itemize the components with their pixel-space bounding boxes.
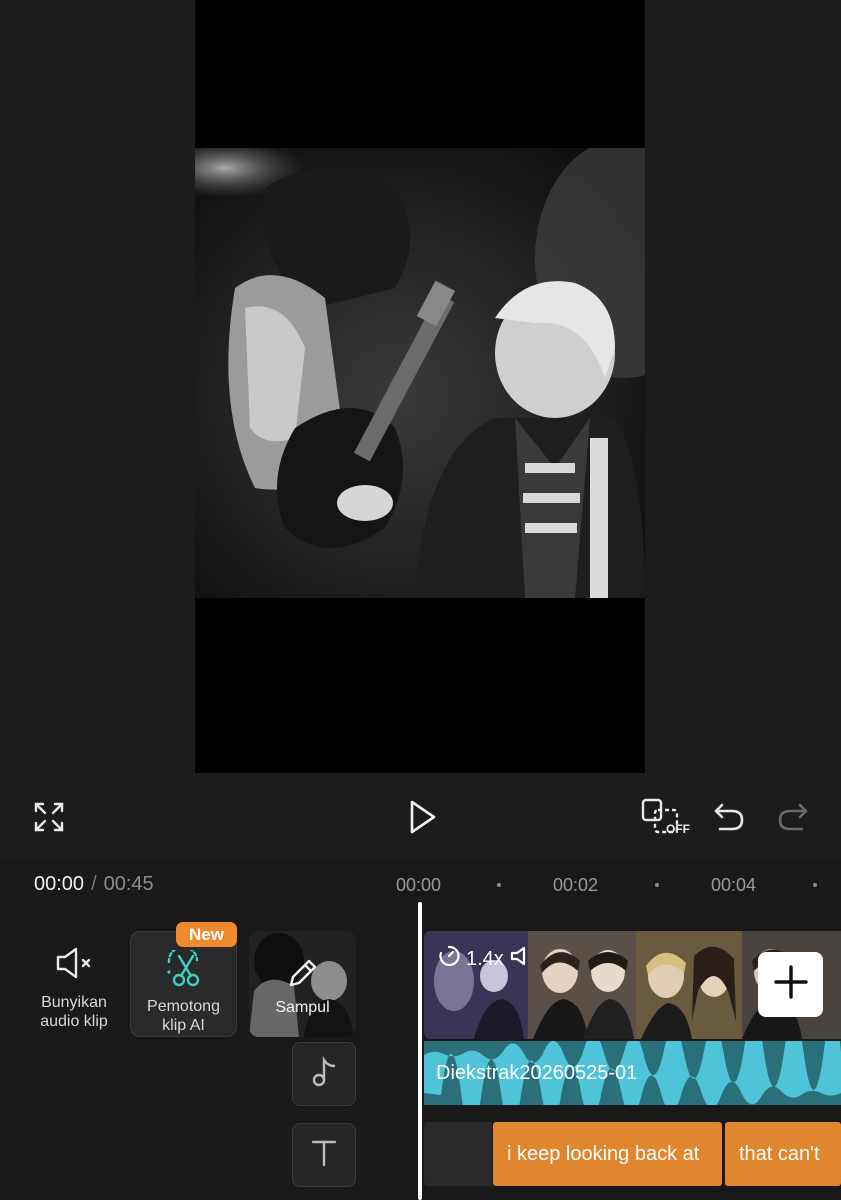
text-track-gap [424, 1122, 492, 1186]
new-badge: New [176, 922, 237, 947]
captions-off-label: OFF [666, 822, 690, 836]
volume-icon [510, 945, 528, 973]
redo-button[interactable] [774, 798, 812, 836]
ruler-tick [813, 883, 817, 887]
video-thumbnail [636, 931, 742, 1039]
fullscreen-button[interactable] [30, 798, 68, 836]
ruler-tick [497, 883, 501, 887]
play-icon [406, 799, 438, 835]
ai-clip-cutter-label: Pemotong klip AI [147, 998, 220, 1034]
speed-icon [438, 945, 460, 973]
ruler-label: 00:02 [553, 875, 599, 895]
video-thumbnail [528, 931, 636, 1039]
fullscreen-icon [33, 801, 65, 833]
auto-captions-toggle[interactable]: OFF [640, 796, 690, 840]
speaker-mute-icon [54, 944, 94, 987]
plus-icon [773, 964, 809, 1005]
text-clip[interactable]: that can't [725, 1122, 841, 1186]
add-audio-button[interactable] [292, 1042, 356, 1106]
speed-value: 1.4x [466, 947, 504, 970]
mute-clip-audio-label: Bunyikan audio klip [40, 994, 108, 1030]
text-icon [310, 1138, 338, 1173]
music-note-icon [310, 1055, 338, 1093]
text-clip[interactable]: i keep looking back at [493, 1122, 722, 1186]
add-text-button[interactable] [292, 1123, 356, 1187]
current-time: 00:00 [34, 873, 85, 895]
redo-icon [776, 801, 810, 833]
time-readout: 00:00 / 00:45 [34, 873, 154, 896]
playhead[interactable] [418, 902, 422, 1200]
ruler-label: 00:04 [711, 875, 757, 895]
audio-clip-name: Diekstrak20260525-01 [436, 1062, 638, 1084]
play-button[interactable] [400, 795, 444, 839]
cover-button[interactable]: Sampul [249, 931, 356, 1037]
pencil-icon [285, 957, 319, 996]
total-time: 00:45 [103, 873, 154, 895]
ai-scissors-icon [163, 945, 203, 995]
ruler-label: 00:00 [396, 875, 442, 895]
undo-icon [712, 801, 746, 833]
time-separator: / [91, 873, 97, 895]
undo-button[interactable] [710, 798, 748, 836]
preview-frame-image [195, 148, 645, 598]
ruler-tick [655, 883, 659, 887]
cover-label: Sampul [275, 999, 330, 1016]
mute-clip-audio-button[interactable]: Bunyikan audio klip [22, 944, 126, 1034]
clip-speed-indicator: 1.4x [438, 945, 528, 973]
add-clip-button[interactable] [758, 952, 823, 1017]
